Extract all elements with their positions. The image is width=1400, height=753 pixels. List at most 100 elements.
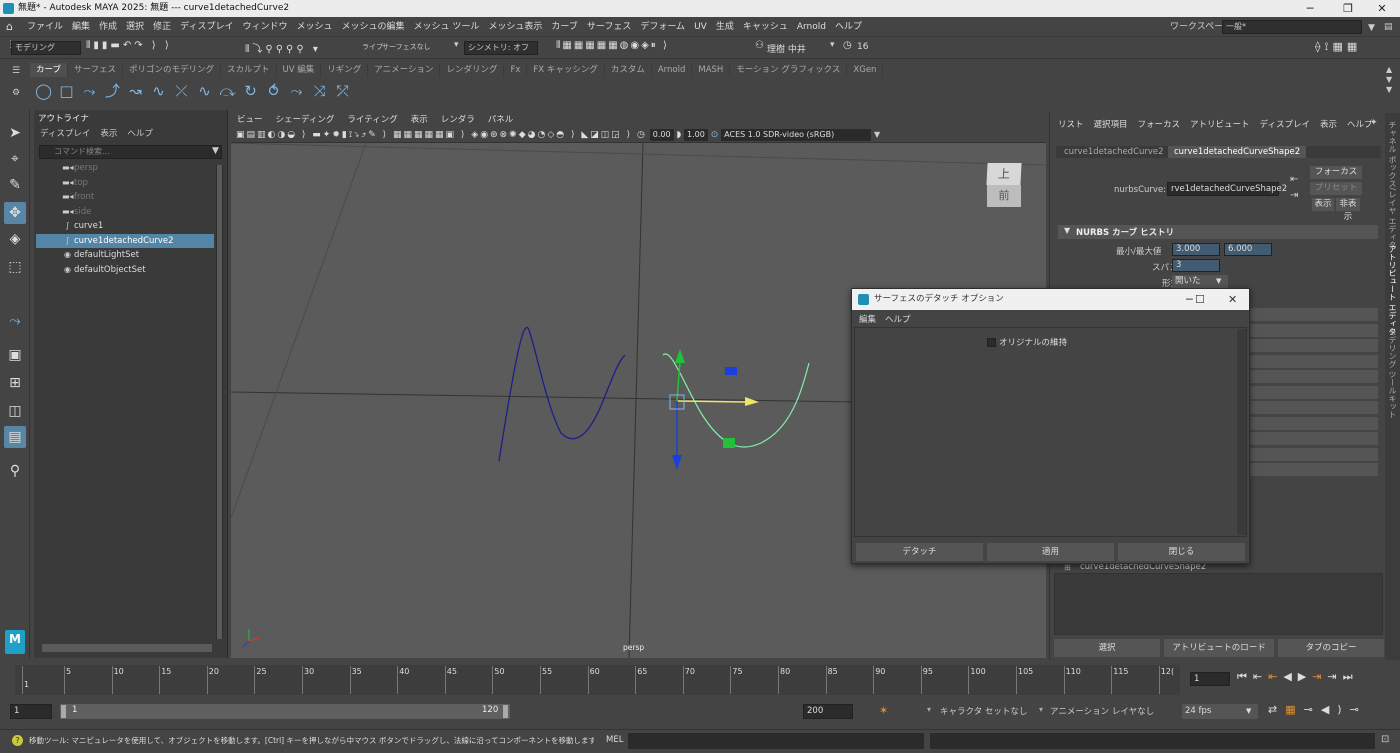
outliner-row[interactable]: ◉ defaultObjectSet	[36, 263, 214, 277]
render-tools[interactable]: ⦀▦▦▦▦▦◍◉◈⏸ ⟩	[556, 40, 669, 51]
copy-tab-button[interactable]: タブのコピー	[1278, 639, 1384, 657]
dialog-close-button[interactable]: ✕	[1228, 289, 1237, 310]
menu-item[interactable]: カーブ	[551, 17, 577, 37]
viewport-tool-icons[interactable]: ▣▤▥◐◑◒ ⟩ ▬✦✹▮⟟⤵⤴✎ ⟩ ▦▦▦▦▦▣ ⟩ ◈◉⊛⊗✺◆◕◔◇◓ …	[236, 130, 647, 140]
focus-arrow-icon[interactable]: ⇤	[1290, 174, 1298, 185]
show-button[interactable]: 表示	[1312, 198, 1334, 211]
shelf-curve-tool-icon[interactable]: ⤴	[101, 80, 124, 102]
color-space-select[interactable]: ACES 1.0 SDR-video (sRGB)	[721, 128, 872, 141]
outliner-row[interactable]: ▬◂ front	[36, 190, 214, 204]
dialog-menu-item[interactable]: 編集	[859, 315, 876, 325]
select-button[interactable]: 選択	[1054, 639, 1160, 657]
tree-expand-icon[interactable]: ⊞	[1064, 563, 1071, 572]
output-arrow-icon[interactable]: ⇥	[1290, 190, 1298, 201]
curve-tool-icon[interactable]: ⤳	[4, 310, 26, 332]
shelf-curve-tool-icon[interactable]: ↝	[124, 80, 147, 102]
menu-item[interactable]: ヘルプ	[835, 17, 862, 37]
workspace-select[interactable]: 一般*	[1222, 20, 1362, 34]
shelf-tab[interactable]: Fx	[504, 63, 528, 77]
lock-icon[interactable]: ▤	[1384, 17, 1393, 37]
maya-home-icon[interactable]: M	[5, 630, 25, 654]
color-management-icon[interactable]: ⊙	[711, 130, 719, 140]
shelf-tab[interactable]: MASH	[692, 63, 731, 77]
layout-single-icon[interactable]: ▣	[4, 344, 26, 366]
viewport-menu-item[interactable]: シェーディング	[276, 115, 335, 125]
shelf-curve-tool-icon[interactable]: ∿	[193, 80, 216, 102]
start-time-field[interactable]: 1	[10, 704, 52, 719]
menu-item[interactable]: 修正	[153, 17, 171, 37]
shelf-curve-tool-icon[interactable]: ↻	[239, 80, 262, 102]
collapsed-section-header[interactable]	[1250, 323, 1378, 337]
shelf-curve-tool-icon[interactable]: ⤳	[78, 80, 101, 102]
menu-item[interactable]: 生成	[716, 17, 734, 37]
menu-item[interactable]: デフォーム	[640, 17, 685, 37]
dialog-scrollbar[interactable]	[1237, 329, 1246, 535]
user-name[interactable]: 理樹 中井	[767, 42, 806, 55]
shelf-settings-icon[interactable]: ⚙	[12, 88, 20, 98]
minimize-button[interactable]: ─	[1292, 0, 1328, 17]
menu-item[interactable]: メッシュ ツール	[414, 17, 480, 37]
shelf-tab[interactable]: UV 編集	[277, 63, 322, 77]
move-tool-icon[interactable]: ✥	[4, 202, 26, 224]
home-icon[interactable]: ⌂	[6, 17, 13, 37]
playback-controls[interactable]: ⏮⇤⇤◀▶⇥⇥⏭	[1237, 670, 1359, 684]
viewcube-front[interactable]: 前	[987, 185, 1021, 207]
menu-item[interactable]: UV	[694, 17, 707, 37]
shelf-tab[interactable]: ポリゴンのモデリング	[123, 63, 222, 77]
menu-item[interactable]: 編集	[72, 17, 90, 37]
shelf-tab[interactable]: アニメーション	[368, 63, 441, 77]
mel-label[interactable]: MEL	[606, 735, 623, 745]
min-value-field[interactable]: 3.000	[1172, 243, 1220, 256]
search-icon[interactable]: ⚲	[4, 460, 26, 482]
color-space-dropdown-icon[interactable]: ▼	[874, 130, 880, 139]
menu-item[interactable]: サーフェス	[587, 17, 631, 37]
outliner-row[interactable]: ▬◂ persp	[36, 161, 214, 175]
attr-menu-item[interactable]: ヘルプ	[1347, 120, 1373, 130]
form-dropdown-icon[interactable]: ▼	[1216, 275, 1221, 288]
shelf-tab[interactable]: XGen	[847, 63, 884, 77]
attr-menu-item[interactable]: 選択項目	[1094, 120, 1128, 130]
close-button[interactable]: ✕	[1364, 0, 1400, 17]
layout-two-icon[interactable]: ◫	[4, 400, 26, 422]
shelf-curve-tool-icon[interactable]: ⤱	[331, 80, 354, 102]
layout-outliner-icon[interactable]: ▤	[4, 426, 26, 448]
shelf-curve-tool-icon[interactable]: □	[55, 80, 78, 102]
shelf-curve-tool-icon[interactable]: ⤫	[170, 80, 193, 102]
maximize-button[interactable]: ❐	[1330, 0, 1366, 17]
playback-options-icons[interactable]: ⇄▦⊸◀)⊸	[1268, 703, 1367, 716]
outliner-menu-item[interactable]: 表示	[100, 129, 117, 139]
outliner-vscroll-thumb[interactable]	[217, 165, 222, 639]
shelf-tab[interactable]: カスタム	[605, 63, 652, 77]
outliner-search-input[interactable]: コマンド検索...	[39, 145, 222, 159]
exposure-field[interactable]: 0.00	[649, 128, 674, 141]
workspace-dropdown-icon[interactable]: ▼	[1368, 18, 1375, 38]
current-frame-field[interactable]: 1	[1190, 672, 1230, 686]
pin-icon[interactable]: ✦	[1370, 118, 1378, 128]
outliner-row[interactable]: ∫ curve1detachedCurve2	[36, 233, 214, 248]
dialog-maximize-button[interactable]: ☐	[1195, 289, 1205, 310]
section-collapse-icon[interactable]: ▼	[1064, 226, 1070, 235]
attr-notes-area[interactable]	[1054, 573, 1383, 635]
fps-dropdown-icon[interactable]: ▼	[1246, 704, 1251, 719]
outliner-row[interactable]: ▬◂ top	[36, 176, 214, 190]
attr-tab-transform[interactable]: curve1detachedCurve2	[1058, 146, 1170, 158]
shelf-curve-tool-icon[interactable]: ⤳	[285, 80, 308, 102]
outliner-vscrollbar[interactable]	[216, 165, 223, 639]
menu-item[interactable]: ウィンドウ	[242, 17, 287, 37]
menu-item[interactable]: 作成	[99, 17, 117, 37]
anim-layer-dropdown-icon[interactable]: ▾	[1039, 705, 1043, 714]
range-end-handle[interactable]	[503, 705, 508, 718]
collapsed-section-header[interactable]	[1250, 370, 1378, 383]
menu-item[interactable]: 選択	[126, 17, 144, 37]
collapsed-section-header[interactable]	[1250, 354, 1378, 368]
time-slider[interactable]: 1 5 10 15 20 25 30 35 40 45 50 55 60 65 70 75 80 85 90 95 10…	[0, 662, 1400, 698]
shelf-curve-tool-icon[interactable]: ⤨	[308, 80, 331, 102]
file-tools[interactable]: ⦀▮▮▬↶↷ ⟩ ⟩	[86, 40, 172, 56]
attr-menu-item[interactable]: フォーカス	[1138, 120, 1181, 130]
menu-item[interactable]: メッシュ表示	[488, 17, 542, 37]
collapsed-section-header[interactable]	[1250, 385, 1378, 399]
attr-menu-item[interactable]: 表示	[1320, 120, 1337, 130]
nurbs-curve-field[interactable]: rve1detachedCurveShape2	[1167, 182, 1287, 196]
shelf-curve-tool-icon[interactable]: ◯	[32, 80, 55, 102]
preset-button[interactable]: プリセット	[1310, 182, 1362, 195]
